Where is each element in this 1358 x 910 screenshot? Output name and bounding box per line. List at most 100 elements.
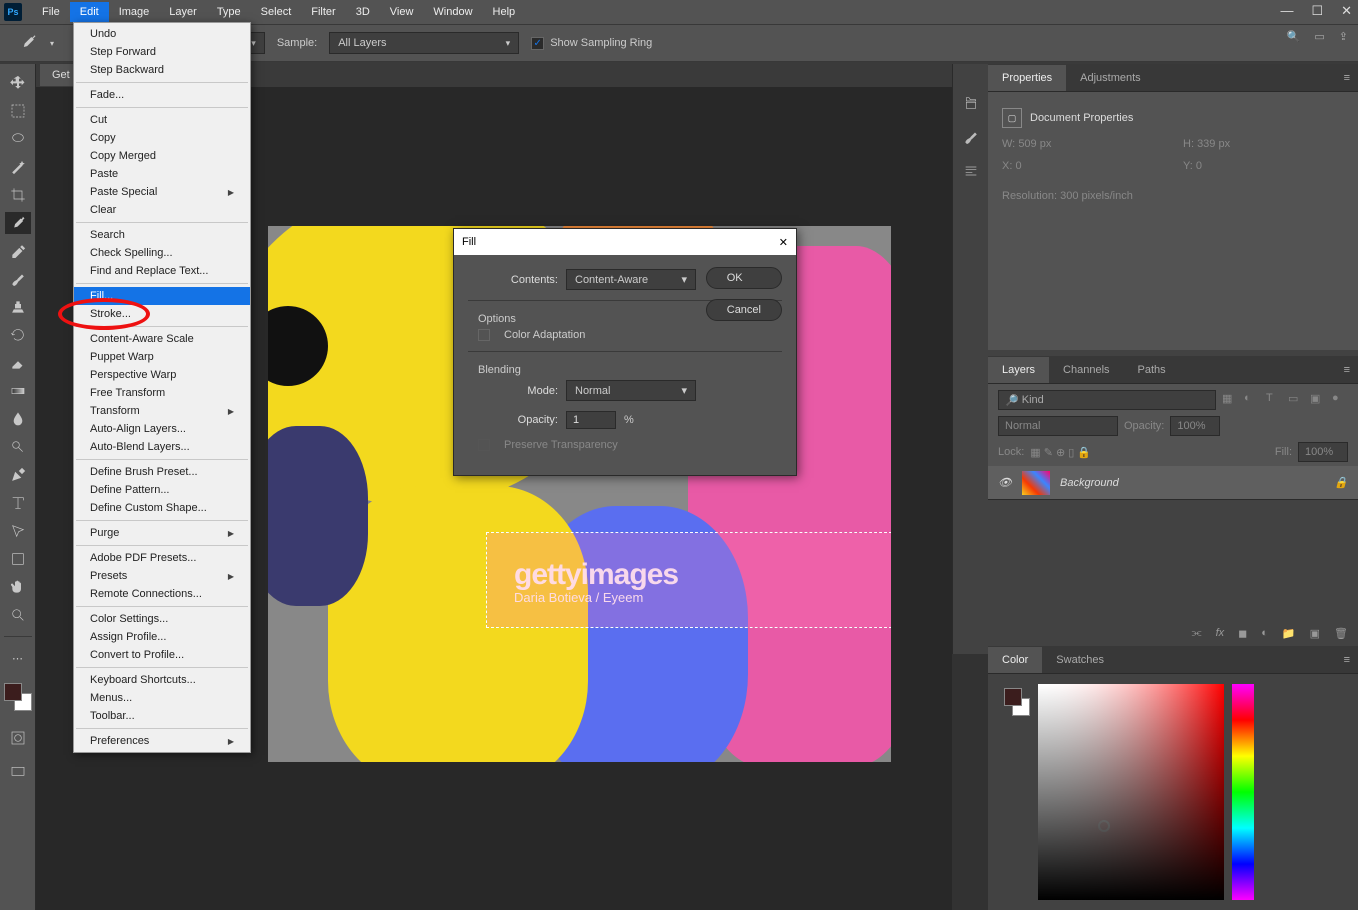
tab-paths[interactable]: Paths bbox=[1124, 357, 1180, 383]
minimize-button[interactable]: — bbox=[1280, 3, 1293, 19]
close-button[interactable]: ✕ bbox=[1341, 3, 1352, 19]
layer-style-icon[interactable]: fx bbox=[1216, 627, 1225, 639]
sample-select[interactable]: All Layers▾ bbox=[329, 32, 519, 54]
menu-edit[interactable]: Edit bbox=[70, 2, 109, 22]
new-layer-icon[interactable]: ▣ bbox=[1310, 627, 1320, 640]
panel-menu-icon[interactable]: ≡ bbox=[1344, 72, 1350, 84]
tab-layers[interactable]: Layers bbox=[988, 357, 1049, 383]
path-selection-tool[interactable] bbox=[5, 520, 31, 542]
visibility-toggle-icon[interactable]: 👁 bbox=[998, 476, 1012, 489]
adjustment-layer-icon[interactable]: ◐ bbox=[1261, 627, 1268, 639]
history-panel-icon[interactable] bbox=[960, 92, 982, 114]
crop-tool[interactable] bbox=[5, 184, 31, 206]
maximize-button[interactable]: ☐ bbox=[1311, 3, 1323, 19]
menu-item-copy[interactable]: Copy bbox=[74, 129, 250, 147]
eyedropper-icon[interactable] bbox=[18, 32, 38, 55]
menu-layer[interactable]: Layer bbox=[159, 2, 207, 22]
eyedropper-tool[interactable] bbox=[5, 212, 31, 234]
layer-row-background[interactable]: 👁 Background 🔒 bbox=[988, 466, 1358, 500]
menu-item-color-settings[interactable]: Color Settings... bbox=[74, 610, 250, 628]
menu-item-menus[interactable]: Menus... bbox=[74, 689, 250, 707]
menu-item-clear[interactable]: Clear bbox=[74, 201, 250, 219]
menu-item-undo[interactable]: Undo bbox=[74, 25, 250, 43]
menu-item-content-aware-scale[interactable]: Content-Aware Scale bbox=[74, 330, 250, 348]
close-icon[interactable]: ✕ bbox=[779, 236, 788, 249]
menu-item-convert-to-profile[interactable]: Convert to Profile... bbox=[74, 646, 250, 664]
menu-item-free-transform[interactable]: Free Transform bbox=[74, 384, 250, 402]
menu-select[interactable]: Select bbox=[251, 2, 302, 22]
menu-item-purge[interactable]: Purge▶ bbox=[74, 524, 250, 542]
filter-adjustment-icon[interactable]: ◐ bbox=[1244, 392, 1260, 408]
menu-item-fill[interactable]: Fill... bbox=[74, 287, 250, 305]
magic-wand-tool[interactable] bbox=[5, 156, 31, 178]
color-picker-marker[interactable] bbox=[1098, 820, 1110, 832]
filter-type-icon[interactable]: T bbox=[1266, 392, 1282, 408]
tab-adjustments[interactable]: Adjustments bbox=[1066, 65, 1155, 91]
delete-layer-icon[interactable]: 🗑 bbox=[1334, 627, 1348, 640]
menu-item-remote-connections[interactable]: Remote Connections... bbox=[74, 585, 250, 603]
hand-tool[interactable] bbox=[5, 576, 31, 598]
menu-window[interactable]: Window bbox=[423, 2, 482, 22]
menu-filter[interactable]: Filter bbox=[301, 2, 345, 22]
menu-item-step-backward[interactable]: Step Backward bbox=[74, 61, 250, 79]
pen-tool[interactable] bbox=[5, 464, 31, 486]
menu-item-keyboard-shortcuts[interactable]: Keyboard Shortcuts... bbox=[74, 671, 250, 689]
menu-help[interactable]: Help bbox=[483, 2, 526, 22]
mode-select[interactable]: Normal▾ bbox=[566, 380, 696, 401]
show-sampling-ring-checkbox[interactable]: ✓ Show Sampling Ring bbox=[531, 37, 652, 50]
menu-item-assign-profile[interactable]: Assign Profile... bbox=[74, 628, 250, 646]
hue-slider[interactable] bbox=[1232, 684, 1254, 900]
menu-3d[interactable]: 3D bbox=[346, 2, 380, 22]
fill-dialog-titlebar[interactable]: Fill ✕ bbox=[454, 229, 796, 255]
share-icon[interactable]: ⇪ bbox=[1339, 30, 1348, 43]
menu-item-cut[interactable]: Cut bbox=[74, 111, 250, 129]
move-tool[interactable] bbox=[5, 72, 31, 94]
paragraph-panel-icon[interactable] bbox=[960, 160, 982, 182]
menu-item-toolbar[interactable]: Toolbar... bbox=[74, 707, 250, 725]
brushes-panel-icon[interactable] bbox=[960, 126, 982, 148]
menu-item-puppet-warp[interactable]: Puppet Warp bbox=[74, 348, 250, 366]
color-panel-swatches[interactable] bbox=[1004, 688, 1030, 716]
foreground-background-colors[interactable] bbox=[4, 683, 32, 711]
type-tool[interactable] bbox=[5, 492, 31, 514]
panel-menu-icon[interactable]: ≡ bbox=[1344, 654, 1350, 666]
opacity-input[interactable] bbox=[566, 411, 616, 429]
menu-item-search[interactable]: Search bbox=[74, 226, 250, 244]
color-field[interactable] bbox=[1038, 684, 1224, 900]
menu-item-auto-blend-layers[interactable]: Auto-Blend Layers... bbox=[74, 438, 250, 456]
layer-mask-icon[interactable]: ◼ bbox=[1238, 627, 1247, 640]
dodge-tool[interactable] bbox=[5, 436, 31, 458]
menu-image[interactable]: Image bbox=[109, 2, 160, 22]
ok-button[interactable]: OK bbox=[706, 267, 782, 289]
menu-item-define-brush-preset[interactable]: Define Brush Preset... bbox=[74, 463, 250, 481]
color-adaptation-checkbox[interactable] bbox=[478, 329, 490, 341]
group-icon[interactable]: 📁 bbox=[1282, 627, 1296, 640]
filter-shape-icon[interactable]: ▭ bbox=[1288, 392, 1304, 408]
eraser-tool[interactable] bbox=[5, 352, 31, 374]
menu-item-auto-align-layers[interactable]: Auto-Align Layers... bbox=[74, 420, 250, 438]
tool-dropdown-icon[interactable]: ▾ bbox=[50, 39, 54, 48]
zoom-tool[interactable] bbox=[5, 604, 31, 626]
filter-pixel-icon[interactable]: ▦ bbox=[1222, 392, 1238, 408]
menu-item-stroke[interactable]: Stroke... bbox=[74, 305, 250, 323]
gradient-tool[interactable] bbox=[5, 380, 31, 402]
menu-item-copy-merged[interactable]: Copy Merged bbox=[74, 147, 250, 165]
tab-channels[interactable]: Channels bbox=[1049, 357, 1123, 383]
menu-item-step-forward[interactable]: Step Forward bbox=[74, 43, 250, 61]
quick-mask-toggle[interactable] bbox=[5, 727, 31, 749]
menu-item-presets[interactable]: Presets▶ bbox=[74, 567, 250, 585]
menu-item-paste[interactable]: Paste bbox=[74, 165, 250, 183]
brush-tool[interactable] bbox=[5, 268, 31, 290]
screen-mode-toggle[interactable] bbox=[5, 761, 31, 783]
shape-tool[interactable] bbox=[5, 548, 31, 570]
menu-item-preferences[interactable]: Preferences▶ bbox=[74, 732, 250, 750]
panel-menu-icon[interactable]: ≡ bbox=[1344, 364, 1350, 376]
history-brush-tool[interactable] bbox=[5, 324, 31, 346]
lasso-tool[interactable] bbox=[5, 128, 31, 150]
menu-item-perspective-warp[interactable]: Perspective Warp bbox=[74, 366, 250, 384]
workspace-icon[interactable]: ▭ bbox=[1314, 30, 1324, 43]
menu-item-adobe-pdf-presets[interactable]: Adobe PDF Presets... bbox=[74, 549, 250, 567]
menu-item-transform[interactable]: Transform▶ bbox=[74, 402, 250, 420]
link-layers-icon[interactable]: ⫘ bbox=[1192, 627, 1202, 640]
layer-filter-select[interactable]: 🔎 Kind bbox=[998, 390, 1216, 410]
